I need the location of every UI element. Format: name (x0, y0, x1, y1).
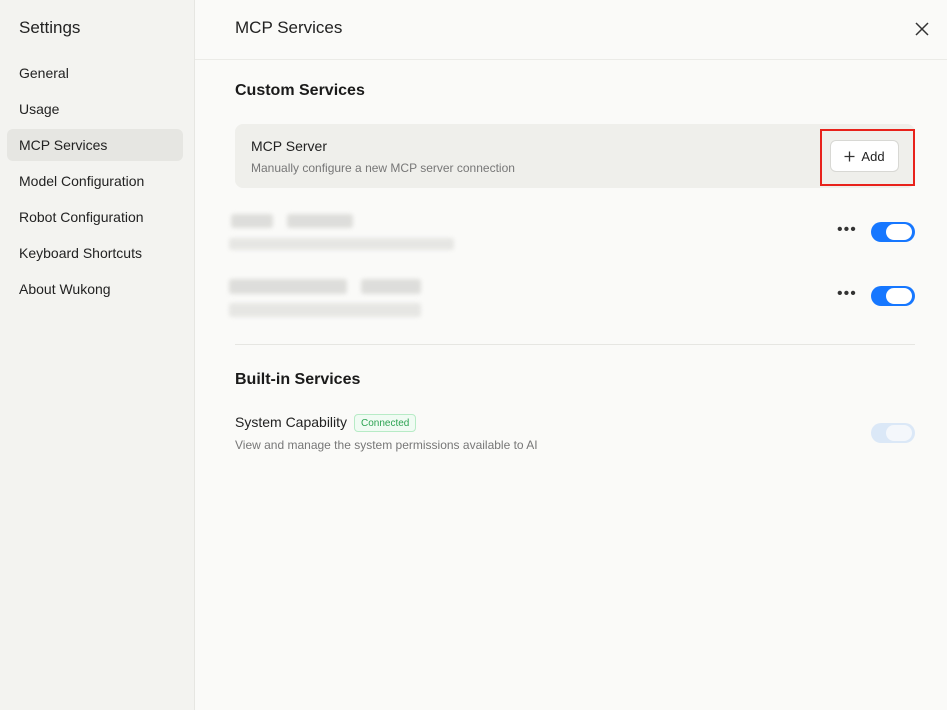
sidebar-item-usage[interactable]: Usage (7, 93, 183, 125)
main-panel: MCP Services Custom Services MCP Server … (195, 0, 947, 710)
more-options-icon[interactable]: ••• (837, 285, 857, 303)
main-header: MCP Services (195, 0, 947, 60)
redacted-description (229, 303, 421, 317)
redacted-name (231, 214, 273, 228)
system-capability-description: View and manage the system permissions a… (235, 438, 538, 452)
sidebar-item-general[interactable]: General (7, 57, 183, 89)
close-button[interactable] (911, 18, 933, 40)
sidebar-item-mcp-services[interactable]: MCP Services (7, 129, 183, 161)
mcp-server-description: Manually configure a new MCP server conn… (251, 161, 515, 175)
page-title: MCP Services (235, 18, 343, 37)
redacted-name (361, 279, 421, 294)
system-capability-name: System Capability (235, 414, 348, 430)
service-toggle[interactable] (871, 222, 915, 242)
sidebar-item-model-configuration[interactable]: Model Configuration (7, 165, 183, 197)
sidebar-nav: General Usage MCP Services Model Configu… (7, 57, 183, 309)
add-button-label: Add (861, 148, 885, 164)
custom-services-heading: Custom Services (235, 82, 365, 99)
close-icon (915, 22, 929, 36)
add-server-button[interactable]: Add (830, 140, 899, 172)
settings-sidebar: Settings General Usage MCP Services Mode… (0, 0, 195, 710)
sidebar-item-keyboard-shortcuts[interactable]: Keyboard Shortcuts (7, 237, 183, 269)
sidebar-item-robot-configuration[interactable]: Robot Configuration (7, 201, 183, 233)
redacted-name (229, 279, 347, 294)
more-options-icon[interactable]: ••• (837, 221, 857, 239)
mcp-server-name: MCP Server (251, 138, 327, 154)
redacted-name (287, 214, 353, 228)
plus-icon (844, 151, 855, 161)
sidebar-title: Settings (19, 18, 81, 37)
service-toggle[interactable] (871, 286, 915, 306)
mcp-server-card: MCP Server Manually configure a new MCP … (235, 124, 915, 188)
sidebar-item-about[interactable]: About Wukong (7, 273, 183, 305)
status-badge: Connected (354, 414, 417, 432)
system-capability-toggle[interactable] (871, 423, 915, 443)
builtin-services-heading: Built-in Services (235, 371, 361, 388)
section-divider (235, 344, 915, 345)
redacted-description (229, 238, 454, 250)
